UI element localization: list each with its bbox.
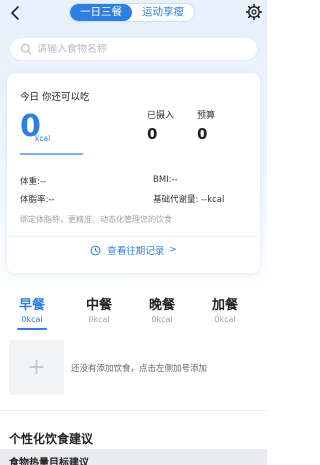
active-meal-indicator bbox=[17, 328, 47, 330]
mode-tabs: 一日三餐 运动享瘦 bbox=[69, 3, 195, 22]
tab-exercise[interactable]: 运动享瘦 bbox=[132, 4, 194, 21]
next-section-peek: 食物热量目标建议 bbox=[0, 449, 267, 465]
search-icon bbox=[20, 43, 32, 55]
meal-name: 早餐 bbox=[18, 298, 45, 313]
empty-meal-hint: 还没有添加饮食，点击左侧加号添加 bbox=[71, 364, 208, 374]
eaten-label: 已摄入 bbox=[147, 111, 175, 121]
card-divider bbox=[7, 236, 260, 237]
meal-kcal: 0kcal bbox=[214, 315, 236, 324]
meal-kcal: 0kcal bbox=[151, 315, 173, 324]
meal-tab-snack[interactable]: 加餐 0kcal bbox=[205, 298, 245, 324]
tab-meals[interactable]: 一日三餐 bbox=[70, 4, 132, 21]
meal-name: 中餐 bbox=[85, 298, 112, 313]
calorie-summary-card: 今日 你还可以吃 0 kcal 已摄入 预算 0 0 体重:-- BMI:-- … bbox=[7, 73, 260, 273]
gear-icon[interactable] bbox=[245, 3, 263, 21]
plus-icon: + bbox=[27, 355, 46, 380]
meal-tab-breakfast[interactable]: 早餐 0kcal bbox=[12, 298, 52, 324]
meal-name: 晚餐 bbox=[148, 298, 175, 313]
summary-title: 今日 你还可以吃 bbox=[20, 92, 90, 103]
eaten-value: 0 bbox=[147, 125, 158, 143]
history-label: 查看往期记录 bbox=[107, 246, 165, 257]
search-input[interactable] bbox=[37, 43, 237, 55]
section-divider bbox=[0, 410, 267, 411]
chevron-right-icon: > bbox=[169, 245, 177, 255]
bmr-stat: 基础代谢量: --kcal bbox=[153, 195, 225, 205]
header: 一日三餐 运动享瘦 bbox=[0, 0, 267, 28]
weight-stat: 体重:-- bbox=[20, 177, 46, 187]
meal-kcal: 0kcal bbox=[21, 315, 43, 324]
meal-tab-lunch[interactable]: 中餐 0kcal bbox=[79, 298, 119, 324]
chevron-left-icon[interactable] bbox=[8, 4, 24, 22]
budget-value: 0 bbox=[197, 125, 208, 143]
remaining-underline bbox=[20, 153, 83, 155]
meal-kcal: 0kcal bbox=[88, 315, 110, 324]
budget-label: 预算 bbox=[197, 111, 216, 121]
meal-tabs: 早餐 0kcal 中餐 0kcal 晚餐 0kcal 加餐 0kcal bbox=[0, 298, 267, 330]
clock-icon bbox=[90, 245, 101, 255]
meal-name: 加餐 bbox=[211, 298, 238, 313]
meal-tab-dinner[interactable]: 晚餐 0kcal bbox=[142, 298, 182, 324]
body-fat-stat: 体脂率:-- bbox=[20, 195, 55, 205]
add-food-button[interactable]: + bbox=[9, 340, 64, 395]
diet-advice-title: 个性化饮食建议 bbox=[9, 432, 94, 446]
scale-hint: 绑定体脂称，更精准、动态化管理您的饮食 bbox=[20, 215, 172, 224]
search-bar[interactable] bbox=[9, 37, 258, 61]
remaining-unit: kcal bbox=[35, 134, 51, 143]
bmi-stat: BMI:-- bbox=[153, 175, 178, 185]
history-link[interactable]: 查看往期记录 > bbox=[7, 243, 260, 257]
next-section-title: 食物热量目标建议 bbox=[9, 458, 89, 465]
